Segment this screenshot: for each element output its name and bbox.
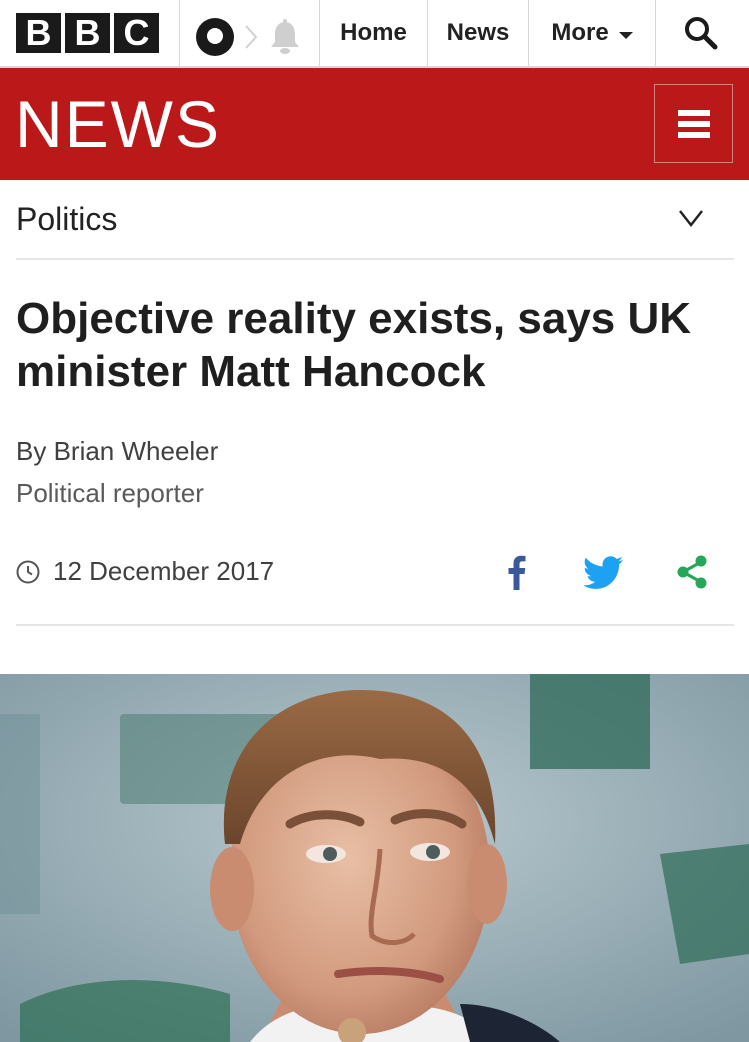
article-byline: By Brian Wheeler [16,436,219,466]
article-headline: Objective reality exists, says UK minist… [16,294,692,396]
share-icon[interactable] [674,554,710,590]
chevron-right-icon [245,25,258,49]
search-icon [685,17,718,50]
nav-home-link[interactable]: Home [320,0,428,66]
hamburger-menu-icon [677,131,710,138]
article-date: 12 December 2017 [53,556,275,586]
account-icon[interactable] [196,18,234,56]
hamburger-menu-icon [677,109,710,116]
bell-icon[interactable] [266,18,304,56]
bbc-logo[interactable]: B B C [0,0,180,66]
logo-letter: C [114,13,159,53]
nav-more-dropdown[interactable]: More [529,0,656,66]
top-navigation-bar: B B C Home News More [0,0,749,68]
clock-icon [16,560,40,584]
photo-of-person [0,674,749,1042]
nav-news-link[interactable]: News [428,0,529,66]
chevron-down-icon [679,210,703,227]
news-brand-bar: NEWS [0,68,749,180]
hamburger-menu-icon [677,120,710,127]
section-selector[interactable]: Politics [16,180,734,260]
nav-home-label: Home [340,19,407,46]
nav-more-label: More [551,19,609,46]
article-photo [0,674,749,1042]
logo-letter: B [16,13,61,53]
twitter-icon[interactable] [584,556,624,590]
account-area [180,0,320,66]
caret-down-icon [618,31,633,39]
news-title-logo[interactable]: NEWS [15,90,221,158]
author-role: Political reporter [16,478,204,508]
divider [16,624,734,626]
search-button[interactable] [656,0,746,66]
date-share-row: 12 December 2017 [16,554,734,594]
facebook-icon[interactable] [504,554,528,590]
section-label: Politics [16,201,118,237]
logo-letter: B [65,13,110,53]
menu-button[interactable] [654,84,733,163]
nav-news-label: News [446,19,510,46]
